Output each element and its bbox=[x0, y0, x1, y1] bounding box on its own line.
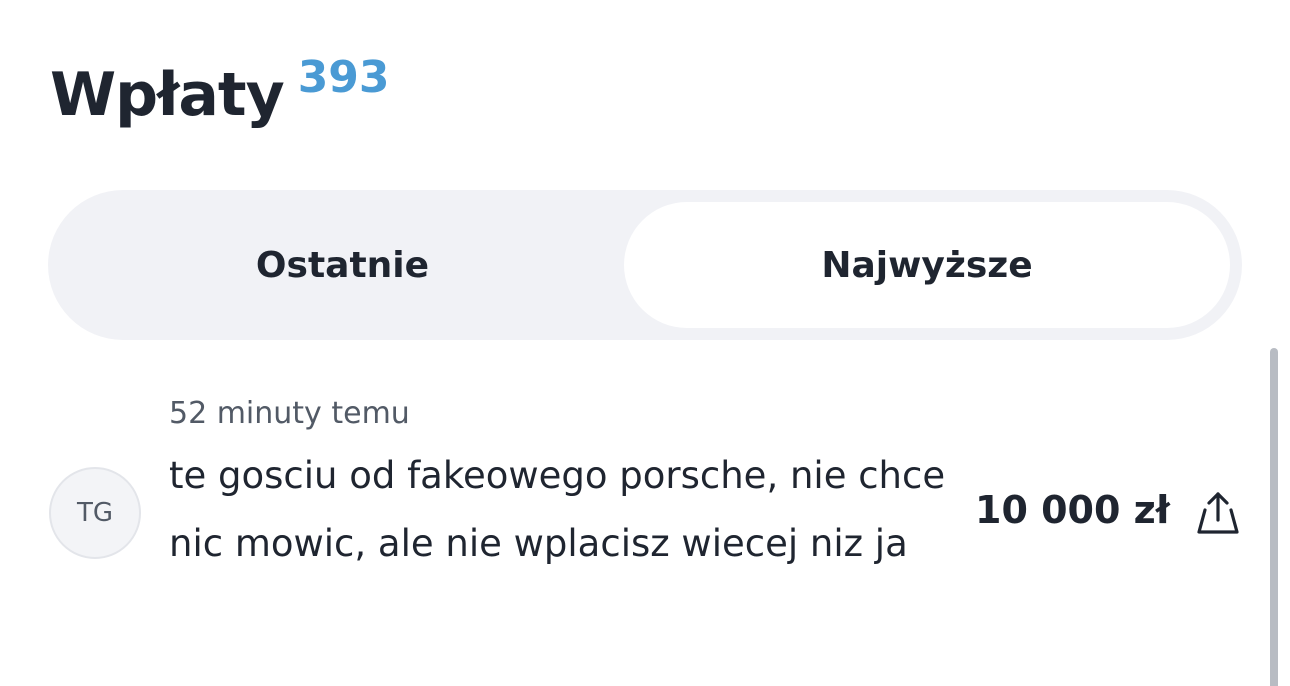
page-header: Wpłaty 393 bbox=[50, 40, 390, 150]
avatar: TG bbox=[49, 467, 141, 559]
share-icon[interactable] bbox=[1196, 490, 1240, 536]
donation-message: te gosciu od fakeowego porsche, nie chce… bbox=[169, 454, 946, 565]
tab-recent[interactable]: Ostatnie bbox=[60, 202, 625, 328]
donation-item: TG 52 minuty temu te gosciu od fakeowego… bbox=[48, 392, 1248, 652]
donation-count: 393 bbox=[297, 52, 390, 103]
tab-bar: Ostatnie Najwyższe bbox=[48, 190, 1242, 340]
tab-highest[interactable]: Najwyższe bbox=[624, 202, 1230, 328]
donation-amount: 10 000 zł bbox=[975, 488, 1170, 532]
page-title: Wpłaty bbox=[50, 60, 285, 130]
scrollbar[interactable] bbox=[1270, 348, 1278, 686]
donation-time: 52 minuty temu bbox=[169, 396, 410, 431]
